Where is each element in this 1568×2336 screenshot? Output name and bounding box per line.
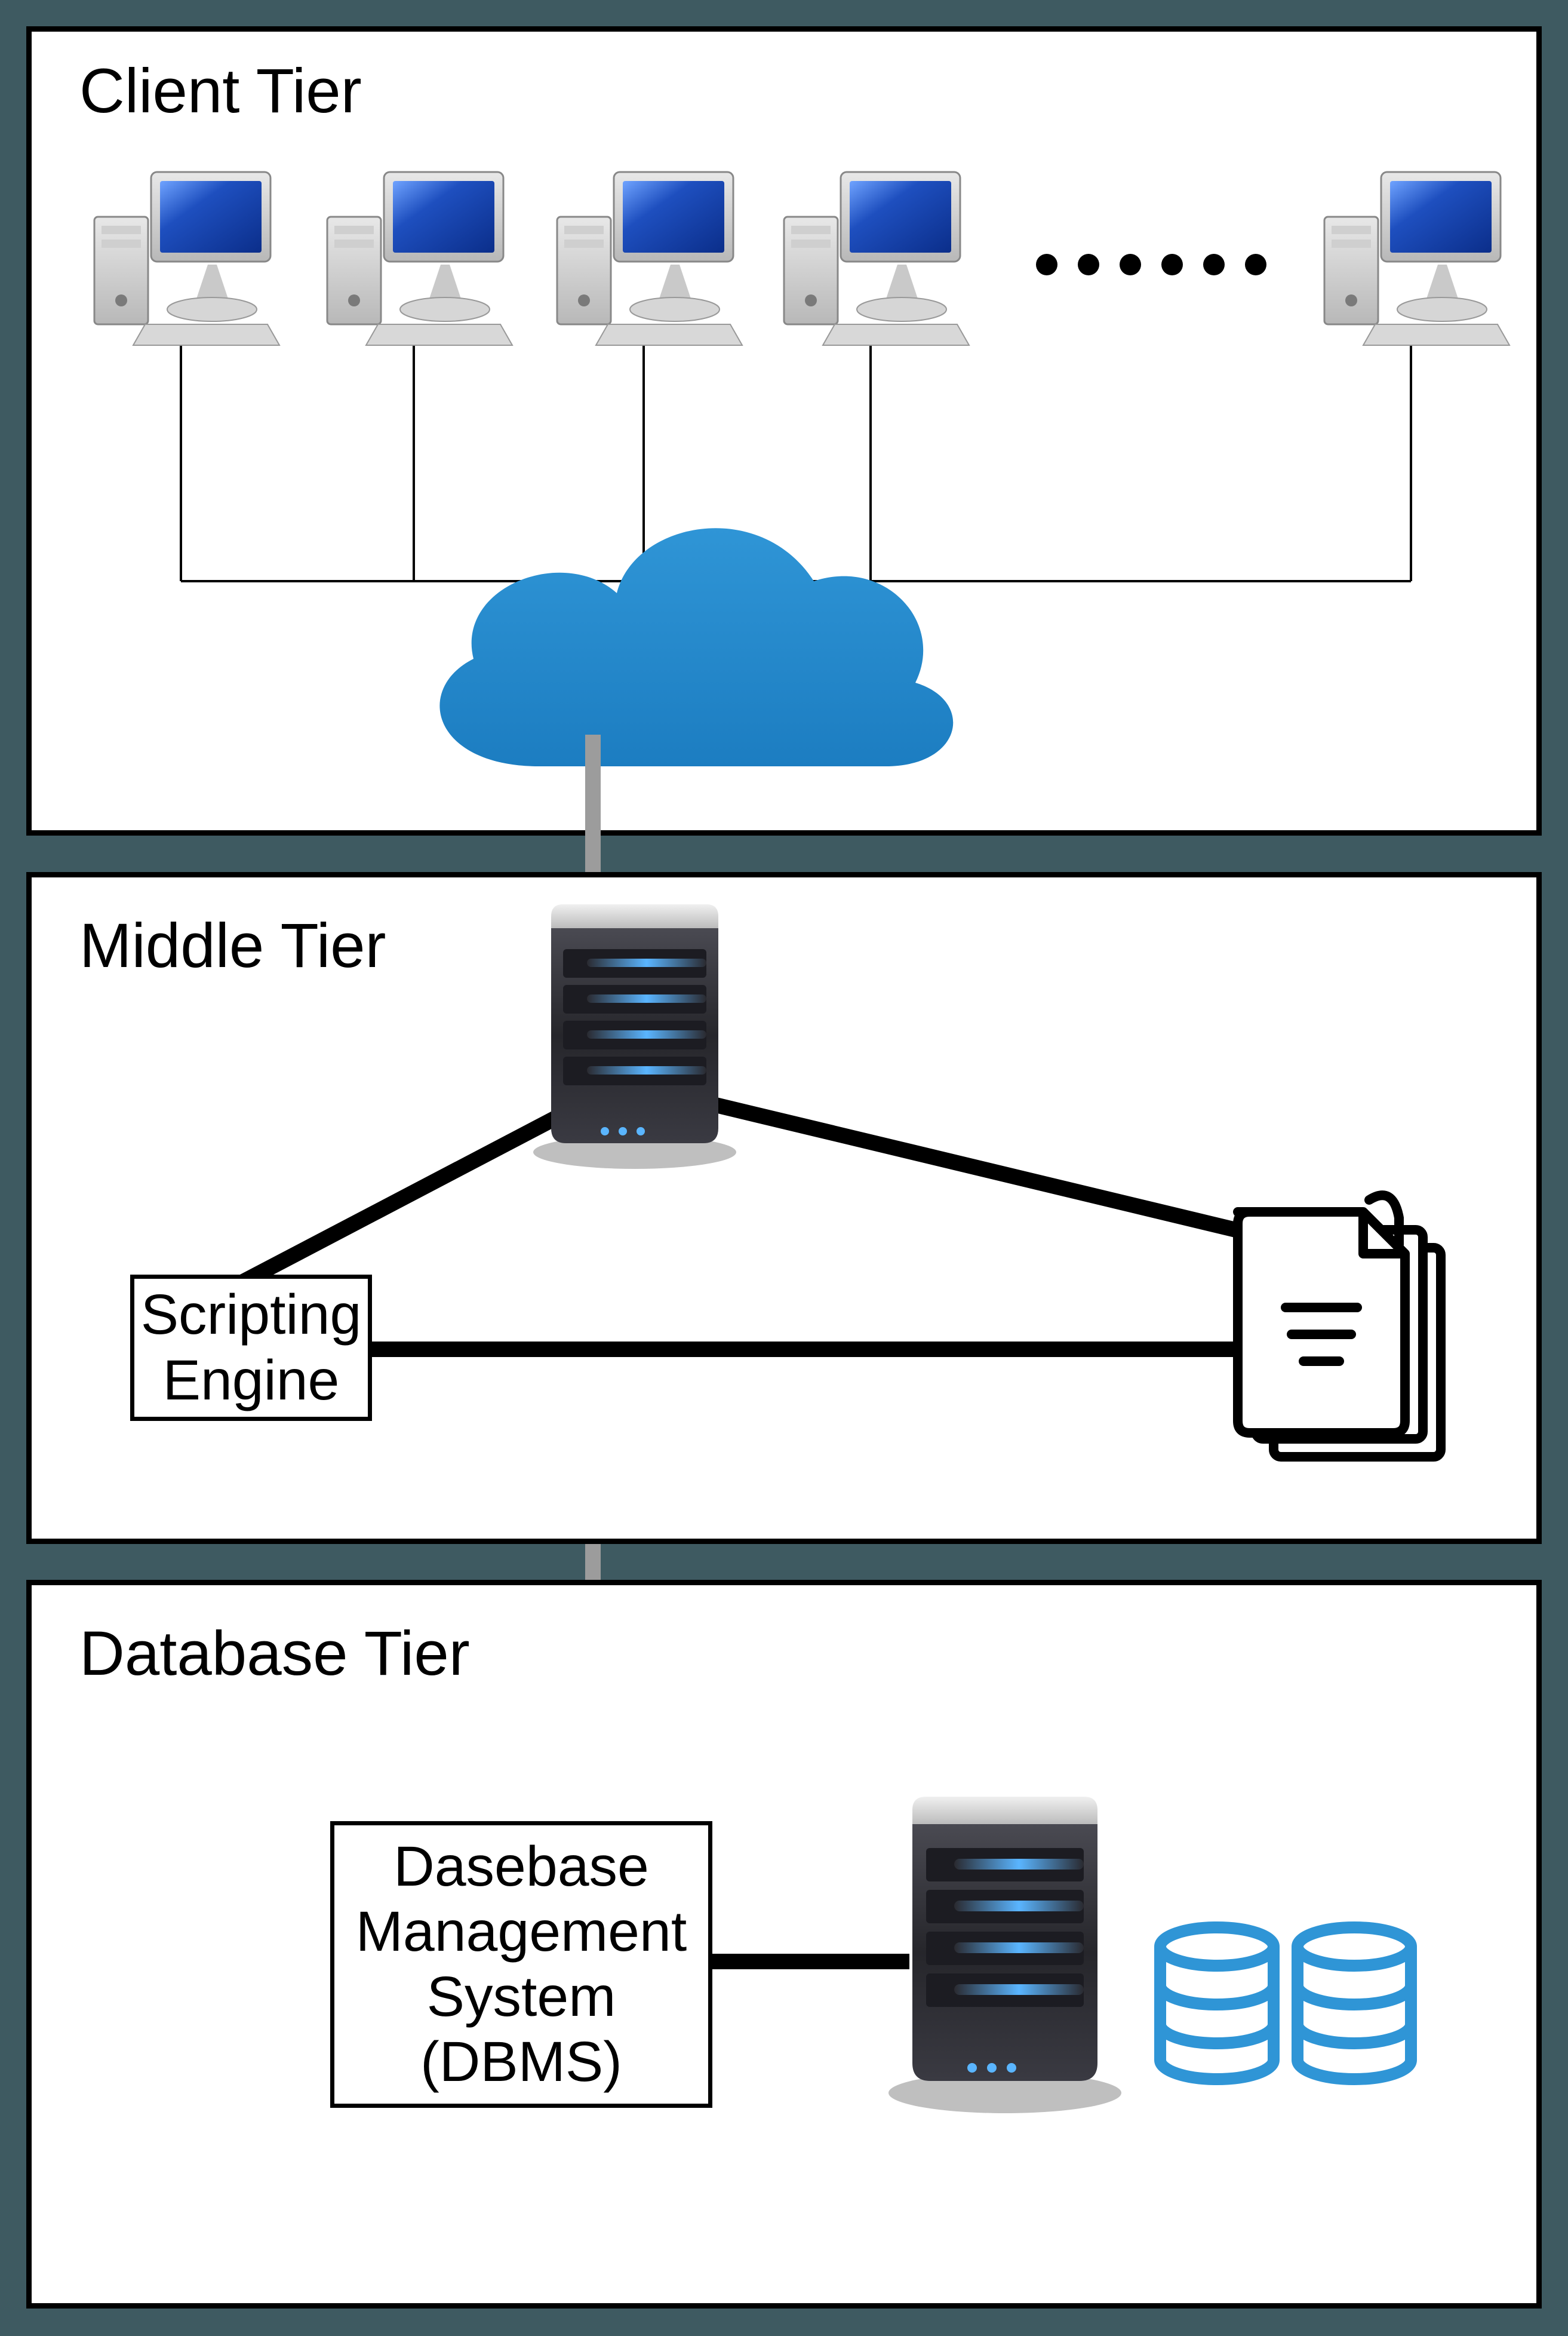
database-cylinder-icon: [1286, 1920, 1423, 2093]
dbms-line2: Management: [356, 1900, 687, 1963]
workstation-icon: [551, 145, 742, 354]
database-tier-panel: Database Tier Dasebase Management System…: [26, 1580, 1542, 2309]
database-tier-connectors: [32, 1585, 1547, 2314]
database-cylinder-icon: [1148, 1920, 1286, 2093]
server-icon: [874, 1788, 1136, 2123]
client-tier-panel: Client Tier: [26, 26, 1542, 836]
dbms-line4: (DBMS): [420, 2030, 622, 2094]
cloud-icon: [396, 504, 975, 838]
dbms-line3: System: [427, 1965, 616, 2028]
workstation-icon: [778, 145, 969, 354]
middle-tier-panel: Middle Tier: [26, 872, 1542, 1544]
database-tier-label: Database Tier: [79, 1618, 470, 1690]
middle-tier-label: Middle Tier: [79, 910, 386, 982]
scripting-engine-box: Scripting Engine: [130, 1275, 372, 1421]
server-icon: [515, 895, 754, 1176]
client-tier-label: Client Tier: [79, 56, 362, 127]
ellipsis-icon: [1023, 241, 1274, 288]
scripting-line2: Engine: [163, 1349, 340, 1412]
workstation-icon: [321, 145, 512, 354]
dbms-box: Dasebase Management System (DBMS): [330, 1821, 712, 2108]
client-tier-connectors: [32, 32, 1547, 841]
dbms-line1: Dasebase: [393, 1835, 649, 1898]
documents-icon: [1220, 1194, 1477, 1481]
workstation-icon: [1318, 145, 1509, 354]
scripting-line1: Scripting: [141, 1283, 362, 1346]
workstation-icon: [88, 145, 279, 354]
